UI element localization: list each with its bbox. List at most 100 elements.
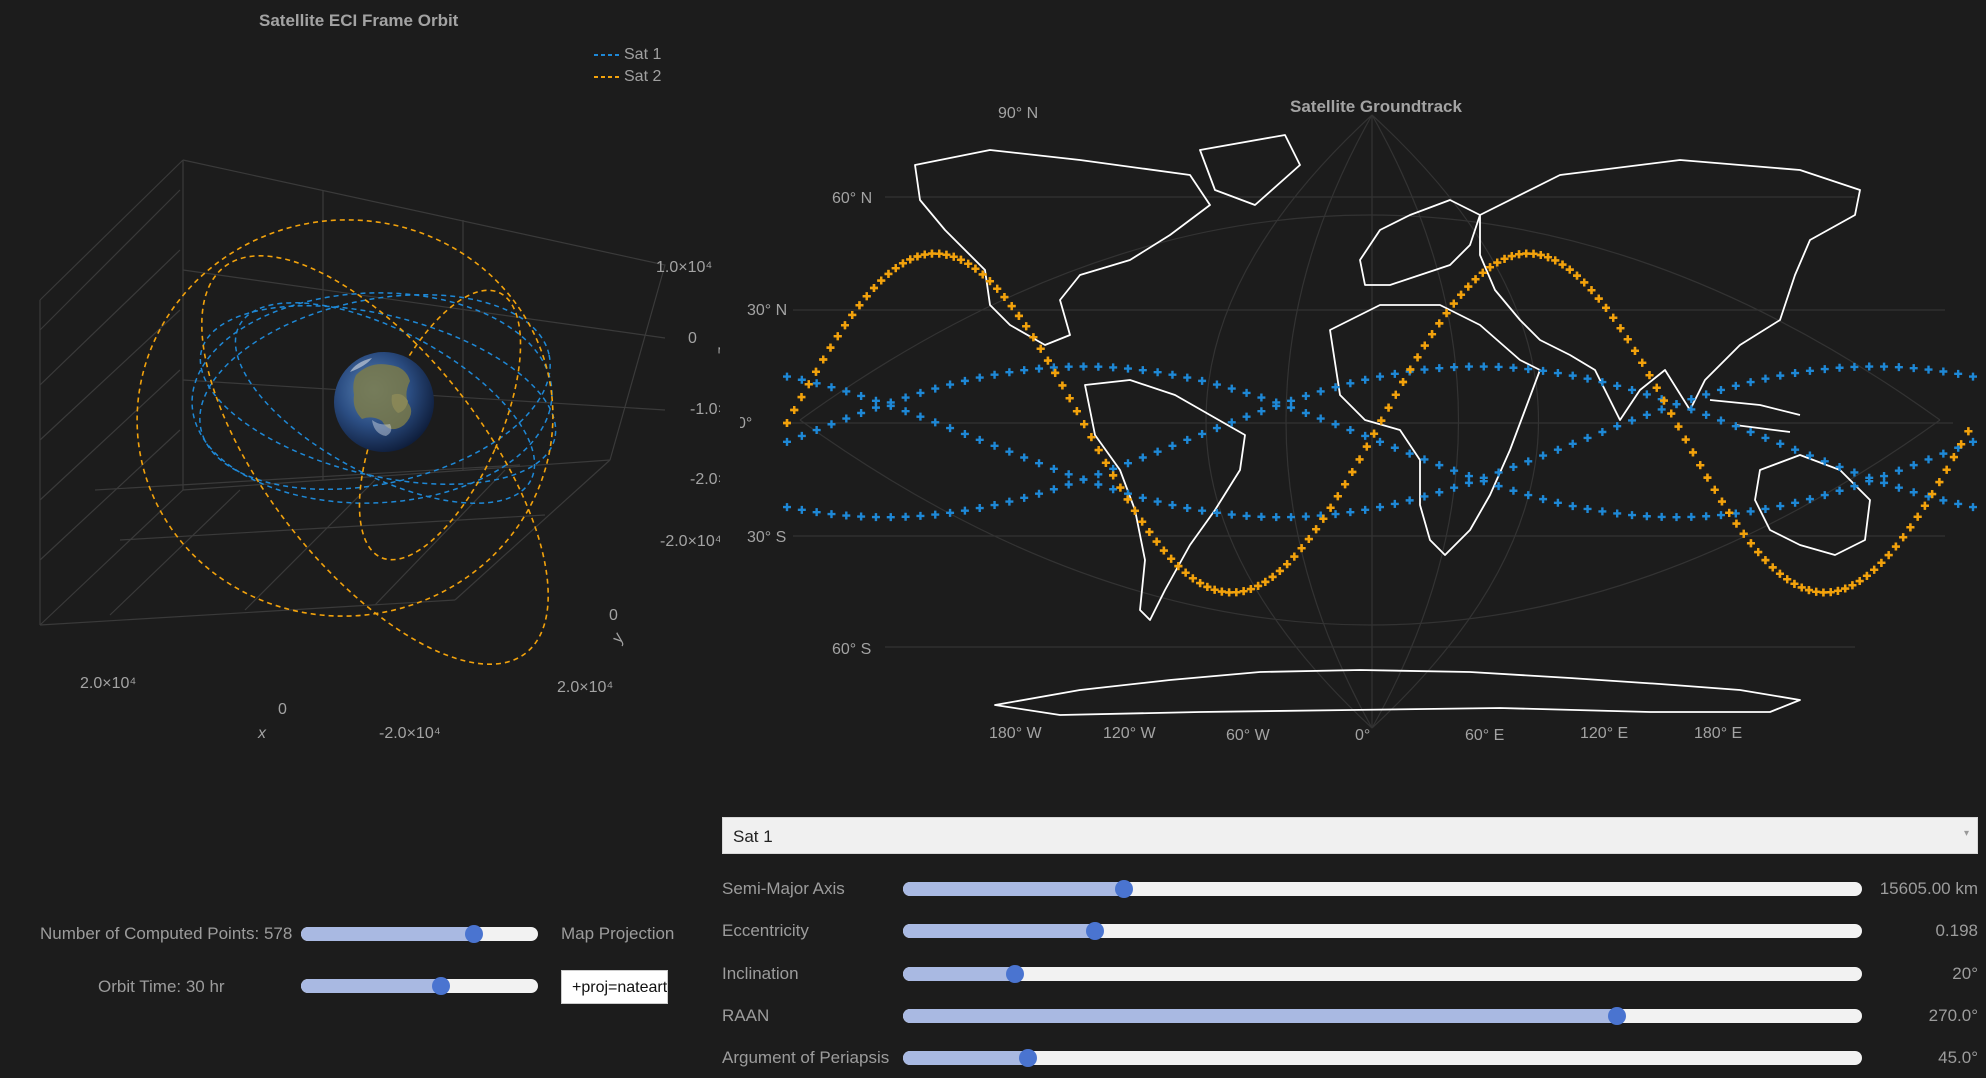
sat1-track-point <box>842 511 851 520</box>
sat1-track-point <box>857 391 866 400</box>
sat1-track-point <box>1420 492 1429 501</box>
sat2-track-point <box>1420 341 1429 350</box>
sat2-track-point <box>956 255 965 264</box>
sat2-track-point <box>1558 260 1567 269</box>
sat2-track-point <box>869 283 878 292</box>
sat2-track-point <box>1152 537 1161 546</box>
sat1-track-point <box>1791 445 1800 454</box>
satellite-select[interactable]: Sat 1 ▾ <box>722 817 1978 854</box>
legend-label-sat1: Sat 1 <box>624 46 662 63</box>
sat1-track-point <box>1227 384 1236 393</box>
sat1-track-point <box>1079 362 1088 371</box>
sat2-track-point <box>1051 368 1060 377</box>
slider-knob[interactable] <box>1608 1007 1626 1025</box>
earth-globe <box>334 352 434 452</box>
z-tick-label: 0 <box>688 330 697 347</box>
sat1-track-point <box>812 426 821 435</box>
sat1-track-point <box>916 388 925 397</box>
sat1-track-point <box>857 409 866 418</box>
sat1-track-point <box>1909 461 1918 470</box>
eci-legend: Sat 1 Sat 2 <box>594 44 661 88</box>
sat1-track-point <box>1850 482 1859 491</box>
sat2-track-point <box>1855 577 1864 586</box>
sat1-track-point <box>1894 466 1903 475</box>
sat1-track-point <box>1153 368 1162 377</box>
sat2-track-point <box>877 276 886 285</box>
sat2-track-point <box>1138 517 1147 526</box>
param-slider[interactable] <box>903 1007 1862 1025</box>
slider-knob[interactable] <box>1115 880 1133 898</box>
sat1-track-point <box>1123 364 1132 373</box>
sat2-track-point <box>1732 519 1741 528</box>
param-slider[interactable] <box>903 922 1862 940</box>
map-projection-input[interactable]: +proj=natearth <box>561 970 668 1004</box>
sat2-track-point <box>1848 581 1857 590</box>
sat2-track-point <box>1435 319 1444 328</box>
sat1-track-point <box>990 370 999 379</box>
sat1-track-point <box>901 393 910 402</box>
slider-knob[interactable] <box>432 977 450 995</box>
param-slider[interactable] <box>903 1049 1862 1067</box>
sat1-track-point <box>1450 363 1459 372</box>
groundtrack-map[interactable]: 90° N 60° N 30° N 0° 30° S 60° S 180° W … <box>740 100 1986 750</box>
sat1-track-point <box>1094 362 1103 371</box>
sat2-track-point <box>1623 335 1632 344</box>
sat1-track-point <box>1168 501 1177 510</box>
sat1-track-point <box>1005 447 1014 456</box>
sat2-track-point <box>1580 278 1589 287</box>
sat2-track-point <box>862 292 871 301</box>
orbit-time-slider[interactable] <box>301 977 538 995</box>
slider-knob[interactable] <box>465 925 483 943</box>
param-slider[interactable] <box>903 965 1862 983</box>
sat1-track-point <box>1257 407 1266 416</box>
sat2-track-point <box>1551 256 1560 265</box>
lon-label: 180° E <box>1694 725 1742 742</box>
sat1-track-point <box>975 373 984 382</box>
sat2-track-point <box>1710 485 1719 494</box>
sat1-track-point <box>1153 447 1162 456</box>
sat1-track-point <box>783 503 791 512</box>
sat2-track-point <box>1761 556 1770 565</box>
slider-knob[interactable] <box>1006 965 1024 983</box>
sat1-track-point <box>1628 385 1637 394</box>
sat2-track-point <box>1022 322 1031 331</box>
slider-knob[interactable] <box>1086 922 1104 940</box>
sat2-track-point <box>1217 587 1226 596</box>
x-tick-label: 0 <box>278 701 287 718</box>
sat1-track-point <box>1376 503 1384 512</box>
param-slider[interactable] <box>903 880 1862 898</box>
sat2-track-point <box>1891 542 1900 551</box>
sat2-track-point <box>1913 512 1922 521</box>
sat2-track-point <box>898 259 907 268</box>
sat1-track-point <box>1138 453 1147 462</box>
legend-line-sat2-icon <box>594 76 620 78</box>
sat1-track-point <box>1969 503 1977 512</box>
param-label: RAAN <box>722 1006 770 1025</box>
slider-knob[interactable] <box>1019 1049 1037 1067</box>
sat2-track-point <box>1297 544 1306 553</box>
sat2-track-point <box>1167 554 1176 563</box>
sat1-track-point <box>1924 365 1933 374</box>
sat1-track-point <box>975 504 984 513</box>
sat2-track-point <box>840 321 849 330</box>
sat2-track-point <box>1594 294 1603 303</box>
sat1-track-point <box>812 379 821 388</box>
sat2-track-point <box>927 249 936 258</box>
computed-points-slider[interactable] <box>301 925 538 943</box>
sat2-track-point <box>1638 358 1647 367</box>
sat1-track-point <box>1954 499 1963 508</box>
sat1-track-point <box>1598 507 1607 516</box>
sat1-track-point <box>1198 429 1207 438</box>
param-label: Inclination <box>722 964 799 983</box>
sat1-track-point <box>1702 410 1711 419</box>
sat1-track-point <box>1731 381 1740 390</box>
sat1-track-point <box>1138 493 1147 502</box>
sat1-track-point <box>1761 504 1770 513</box>
sat1-track-point <box>1568 439 1577 448</box>
sat1-track-point <box>1909 488 1918 497</box>
eci-3d-plot[interactable]: 1.0×10⁴ 0 -1.0×10⁴ -2.0×10⁴ -2.0×10⁴ z 2… <box>0 100 720 740</box>
sat2-track-point <box>1920 501 1929 510</box>
sat1-track-point <box>931 384 940 393</box>
map-coastlines <box>914 134 1871 716</box>
sat2-track-point <box>1754 548 1763 557</box>
